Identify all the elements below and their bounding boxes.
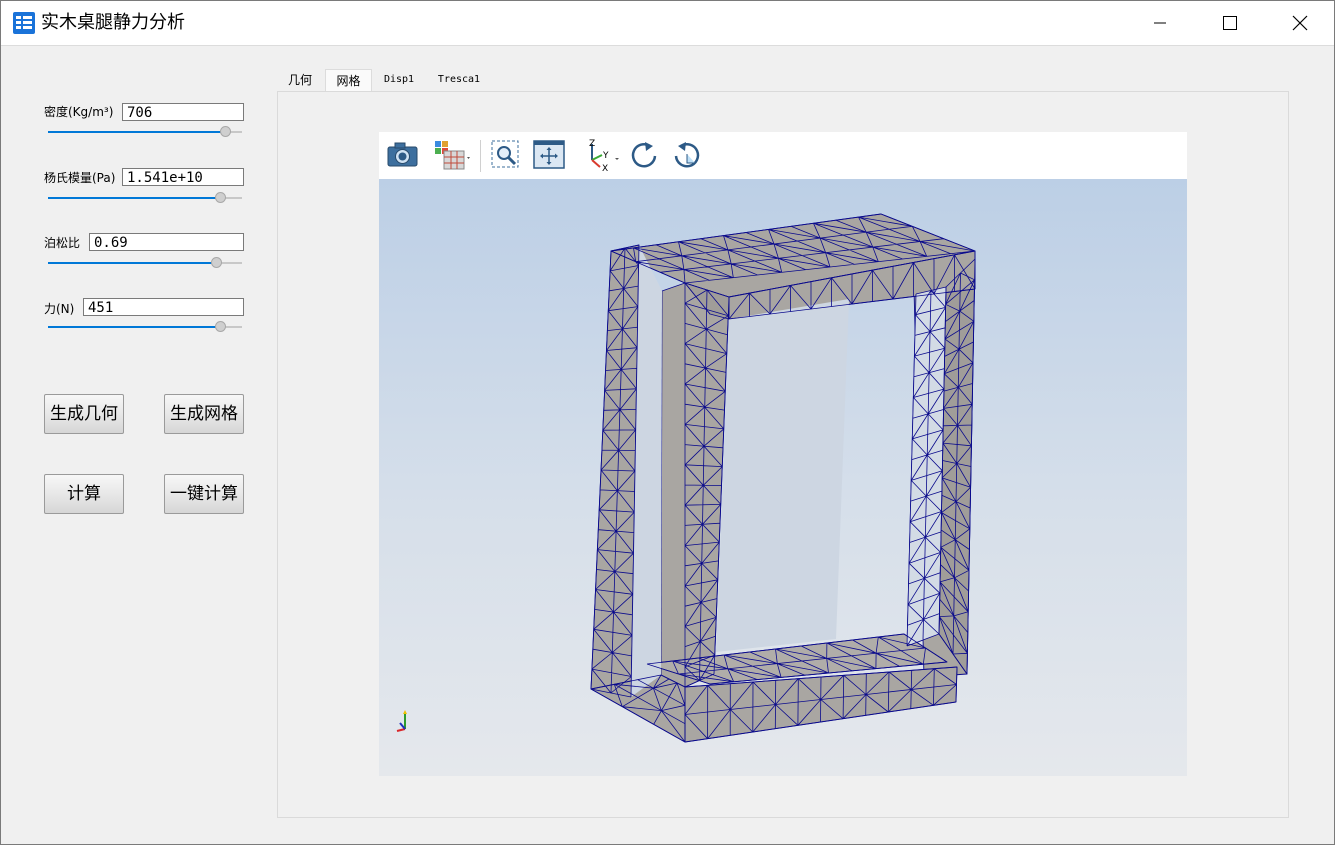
fit-view-icon[interactable] [533, 138, 565, 172]
render-scene[interactable] [379, 179, 1187, 776]
tab-mesh[interactable]: 网格 [325, 69, 372, 91]
axis-z-label: Z [589, 139, 595, 149]
density-slider[interactable] [48, 126, 242, 138]
app-icon [13, 12, 35, 34]
slider-fill [48, 326, 221, 328]
slider-fill [48, 262, 217, 264]
force-label: 力(N) [44, 302, 75, 316]
force-field[interactable]: 451 [83, 298, 244, 316]
youngs-modulus-slider[interactable] [48, 192, 242, 204]
density-field[interactable]: 706 [122, 103, 244, 121]
slider-fill [48, 197, 221, 199]
slider-thumb[interactable] [215, 192, 226, 203]
axis-y-label: Y [602, 151, 609, 161]
axis-triad-icon [396, 710, 407, 732]
window-title: 实木桌腿静力分析 [41, 12, 185, 33]
close-button[interactable] [1265, 1, 1335, 45]
mesh-viewer[interactable]: Z Y X [379, 132, 1187, 776]
youngs-modulus-field[interactable]: 1.541e+10 [122, 168, 244, 186]
generate-geometry-button[interactable]: 生成几何 [44, 394, 124, 434]
poisson-ratio-slider[interactable] [48, 257, 242, 269]
maximize-button[interactable] [1195, 1, 1265, 45]
generate-mesh-button[interactable]: 生成网格 [164, 394, 244, 434]
rotate-cw-icon[interactable] [628, 138, 660, 172]
one-click-compute-button[interactable]: 一键计算 [164, 474, 244, 514]
main-window: 实木桌腿静力分析 密度(Kg/m³) 706 杨氏模量(Pa) 1.541e+1… [0, 0, 1335, 845]
toolbar-separator [480, 140, 481, 172]
axis-orientation-icon[interactable]: Z Y X [582, 138, 622, 172]
youngs-modulus-label: 杨氏模量(Pa) [44, 171, 116, 185]
viewer-toolbar: Z Y X [379, 132, 1187, 179]
minimize-button[interactable] [1125, 1, 1195, 45]
slider-thumb[interactable] [220, 126, 231, 137]
slider-thumb[interactable] [211, 257, 222, 268]
axis-x-label: X [602, 164, 608, 172]
force-slider[interactable] [48, 321, 242, 333]
compute-button[interactable]: 计算 [44, 474, 124, 514]
density-label: 密度(Kg/m³) [44, 105, 114, 119]
title-bar: 实木桌腿静力分析 [1, 1, 1334, 46]
zoom-box-icon[interactable] [490, 138, 522, 172]
poisson-ratio-label: 泊松比 [44, 236, 81, 250]
slider-thumb[interactable] [215, 321, 226, 332]
tab-disp1[interactable]: Disp1 [376, 69, 422, 91]
poisson-ratio-field[interactable]: 0.69 [89, 233, 244, 251]
tab-tresca1[interactable]: Tresca1 [429, 69, 489, 91]
camera-icon[interactable] [386, 138, 420, 172]
tab-geometry[interactable]: 几何 [277, 69, 323, 91]
slider-fill [48, 131, 226, 133]
mesh-model [590, 213, 976, 743]
display-mode-icon[interactable] [434, 138, 474, 172]
rotate-ccw-icon[interactable] [671, 138, 703, 172]
